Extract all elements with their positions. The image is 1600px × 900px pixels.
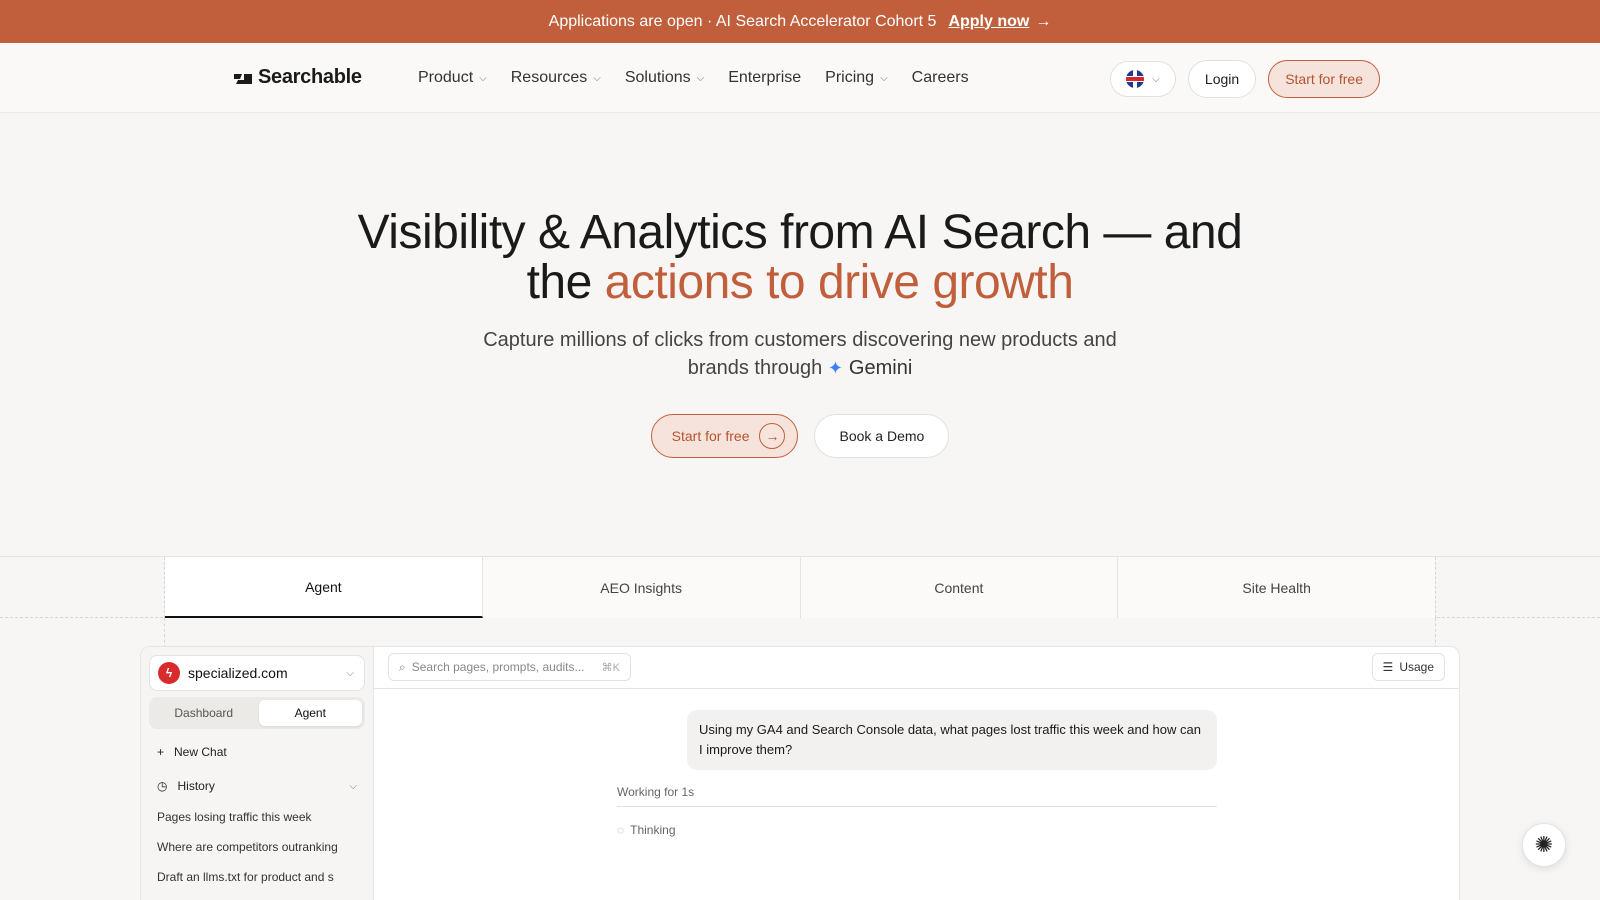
app-main: ⌕ Search pages, prompts, audits... ⌘K ☰ … bbox=[374, 647, 1459, 900]
nav-label: Careers bbox=[911, 69, 969, 86]
chevron-down-icon: ⌵ bbox=[593, 72, 601, 84]
chevron-down-icon: ⌵ bbox=[696, 72, 705, 84]
hero-start-for-free-button[interactable]: Start for free → bbox=[650, 414, 799, 458]
app-search-input[interactable]: ⌕ Search pages, prompts, audits... ⌘K bbox=[388, 653, 631, 681]
usage-label: Usage bbox=[1399, 660, 1434, 674]
hero-subtitle-line2: brands through bbox=[687, 357, 823, 379]
product-tabs-row: Agent AEO Insights Content Site Health bbox=[0, 556, 1600, 618]
nav-item-solutions[interactable]: Solutions ⌵ bbox=[625, 69, 704, 87]
nav-item-resources[interactable]: Resources ⌵ bbox=[511, 69, 601, 87]
spinner-icon: ◌ bbox=[617, 823, 625, 837]
search-placeholder: Search pages, prompts, audits... bbox=[411, 660, 585, 674]
nav-item-enterprise[interactable]: Enterprise bbox=[728, 69, 801, 87]
engine-name: Gemini bbox=[848, 357, 913, 379]
hero-title: Visibility & Analytics from AI Search — … bbox=[0, 208, 1600, 308]
nav-label: Pricing bbox=[825, 69, 875, 86]
history-item[interactable]: Pages losing traffic this week bbox=[149, 807, 357, 827]
chevron-down-icon: ⌵ bbox=[1152, 73, 1160, 85]
arrow-right-icon[interactable]: → bbox=[1035, 13, 1051, 31]
apply-now-link[interactable]: Apply now bbox=[948, 13, 1029, 31]
nav-label: Resources bbox=[510, 69, 588, 86]
app-topbar: ⌕ Search pages, prompts, audits... ⌘K ☰ … bbox=[374, 647, 1459, 689]
new-chat-button[interactable]: + New Chat bbox=[149, 741, 365, 763]
thinking-status: ◌ Thinking bbox=[617, 823, 676, 837]
login-button[interactable]: Login bbox=[1187, 60, 1257, 98]
language-selector[interactable]: ⌵ bbox=[1109, 61, 1176, 97]
thinking-label: Thinking bbox=[630, 823, 676, 837]
nav-item-pricing[interactable]: Pricing ⌵ bbox=[825, 69, 888, 87]
chat-assistant-button[interactable]: ✺ bbox=[1522, 823, 1566, 867]
app-preview: ϟ specialized.com ⌵ Dashboard Agent + Ne… bbox=[140, 646, 1460, 900]
hero-title-line1: Visibility & Analytics from AI Search — … bbox=[357, 206, 1243, 259]
keyboard-shortcut: ⌘K bbox=[601, 661, 620, 674]
app-sidebar: ϟ specialized.com ⌵ Dashboard Agent + Ne… bbox=[141, 647, 374, 900]
book-demo-button[interactable]: Book a Demo bbox=[814, 414, 950, 458]
engine-badge: ✦ Gemini bbox=[828, 354, 912, 382]
view-switch: Dashboard Agent bbox=[149, 697, 365, 729]
cta-label: Start for free bbox=[671, 428, 750, 444]
gemini-icon: ✦ bbox=[827, 358, 843, 378]
hero-subtitle: Capture millions of clicks from customer… bbox=[470, 326, 1130, 382]
history-label: History bbox=[177, 779, 215, 793]
banner-text: Applications are open · AI Search Accele… bbox=[548, 12, 937, 30]
start-for-free-button[interactable]: Start for free bbox=[1268, 60, 1380, 98]
announcement-banner: Applications are open · AI Search Accele… bbox=[0, 0, 1600, 43]
uk-flag-icon bbox=[1126, 70, 1145, 88]
nav-actions: ⌵ Login Start for free bbox=[1109, 60, 1380, 98]
site-favicon-icon: ϟ bbox=[158, 662, 180, 684]
new-chat-label: New Chat bbox=[174, 745, 227, 759]
nav-label: Enterprise bbox=[728, 69, 802, 86]
openai-icon: ✺ bbox=[1534, 832, 1554, 857]
tab-aeo-insights[interactable]: AEO Insights bbox=[482, 557, 801, 618]
usage-button[interactable]: ☰ Usage bbox=[1371, 653, 1445, 681]
hero-subtitle-line1: Capture millions of clicks from customer… bbox=[483, 329, 1117, 351]
guide-line bbox=[164, 618, 165, 648]
tab-site-health[interactable]: Site Health bbox=[1118, 557, 1435, 618]
plus-icon: + bbox=[157, 745, 165, 759]
nav-label: Solutions bbox=[624, 69, 691, 86]
clock-icon: ◷ bbox=[157, 779, 168, 793]
site-name: specialized.com bbox=[188, 665, 288, 681]
chevron-down-icon: ⌵ bbox=[349, 780, 357, 792]
hero-title-accent: actions to drive growth bbox=[604, 256, 1074, 309]
brand-logo[interactable]: Searchable bbox=[232, 66, 362, 89]
top-navigation: Searchable Product ⌵ Resources ⌵ Solutions… bbox=[0, 43, 1600, 113]
chevron-down-icon: ⌵ bbox=[346, 667, 354, 679]
hero-section: Visibility & Analytics from AI Search — … bbox=[0, 113, 1600, 458]
nav-item-careers[interactable]: Careers bbox=[912, 69, 969, 87]
arrow-right-icon: → bbox=[759, 423, 786, 449]
list-icon: ☰ bbox=[1382, 660, 1394, 674]
searchable-logo-icon bbox=[232, 70, 254, 86]
history-item[interactable]: Draft an llms.txt for product and s bbox=[149, 867, 357, 887]
search-icon: ⌕ bbox=[399, 659, 406, 674]
product-tabs: Agent AEO Insights Content Site Health bbox=[164, 557, 1436, 618]
working-status: Working for 1s bbox=[617, 785, 1217, 807]
tab-content[interactable]: Content bbox=[800, 557, 1119, 618]
chevron-down-icon: ⌵ bbox=[479, 72, 487, 84]
user-message: Using my GA4 and Search Console data, wh… bbox=[687, 710, 1217, 770]
site-selector[interactable]: ϟ specialized.com ⌵ bbox=[149, 655, 365, 691]
switch-agent[interactable]: Agent bbox=[258, 700, 362, 726]
hero-cta-group: Start for free → Book a Demo bbox=[0, 414, 1600, 458]
history-toggle[interactable]: ◷ History ⌵ bbox=[149, 775, 365, 797]
chevron-down-icon: ⌵ bbox=[880, 72, 888, 84]
history-item[interactable]: Where are competitors outranking bbox=[149, 837, 357, 857]
nav-item-product[interactable]: Product ⌵ bbox=[418, 69, 487, 87]
guide-line bbox=[1435, 618, 1436, 648]
hero-title-line2: the bbox=[526, 256, 593, 309]
main-menu: Product ⌵ Resources ⌵ Solutions ⌵ Enterpris… bbox=[418, 69, 969, 87]
nav-label: Product bbox=[418, 69, 474, 86]
tab-agent[interactable]: Agent bbox=[165, 557, 483, 618]
switch-dashboard[interactable]: Dashboard bbox=[152, 700, 256, 726]
brand-name: Searchable bbox=[258, 66, 362, 88]
